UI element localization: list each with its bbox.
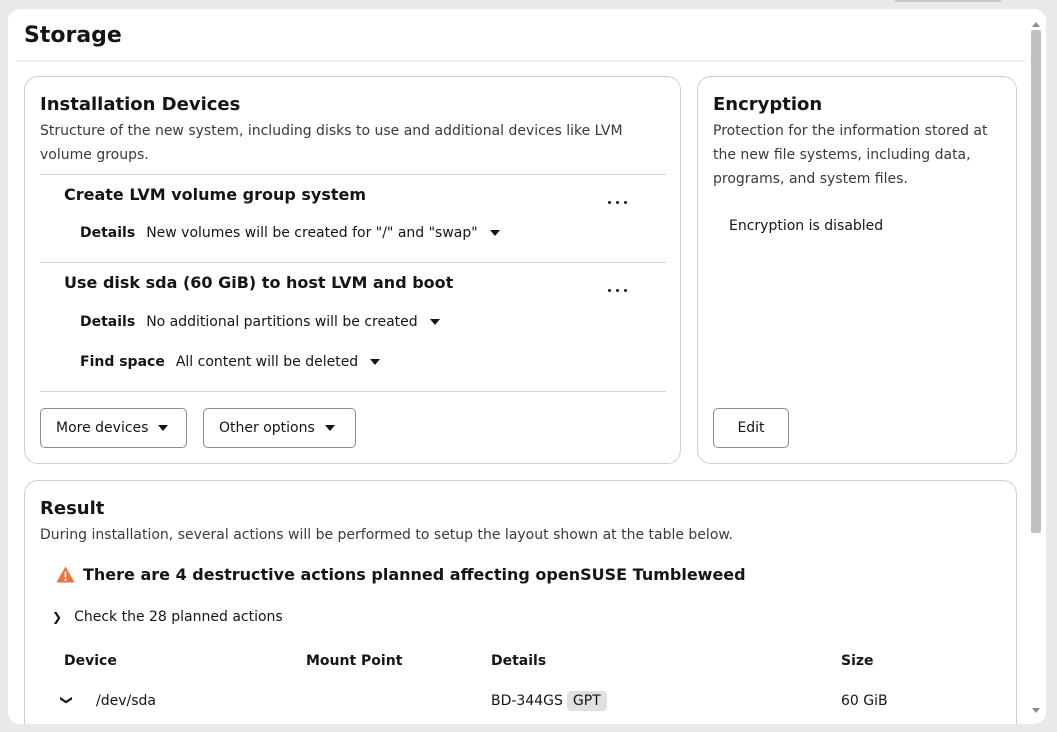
destructive-actions-warning: There are 4 destructive actions planned … xyxy=(56,565,746,584)
encryption-title: Encryption xyxy=(713,94,823,115)
device-details-row-lvm: Details New volumes will be created for … xyxy=(80,225,500,241)
device-title-disk: Use disk sda (60 GiB) to host LVM and bo… xyxy=(64,273,454,292)
scroll-up-arrow-icon[interactable] xyxy=(1032,22,1040,27)
chevron-down-icon: ❯ xyxy=(60,694,75,706)
divider xyxy=(40,391,666,392)
top-toolbar-edge xyxy=(895,0,1001,2)
divider xyxy=(40,174,666,175)
result-title: Result xyxy=(40,498,105,519)
device-actions-menu-disk[interactable] xyxy=(600,278,634,302)
details-value: No additional partitions will be created xyxy=(146,314,418,330)
details-label: Details xyxy=(80,314,136,330)
installation-devices-description: Structure of the new system, including d… xyxy=(40,123,623,163)
warning-text: There are 4 destructive actions planned … xyxy=(83,565,746,584)
caret-down-icon xyxy=(324,425,335,431)
details-value: New volumes will be created for "/" and … xyxy=(146,225,478,241)
other-options-label: Other options xyxy=(219,420,315,436)
warning-icon xyxy=(56,566,75,583)
device-details-row-disk: Details No additional partitions will be… xyxy=(80,314,440,330)
encryption-edit-button[interactable]: Edit xyxy=(713,408,789,448)
column-header-size: Size xyxy=(841,653,874,669)
result-card: Result During installation, several acti… xyxy=(24,480,1017,724)
device-actions-menu-lvm[interactable] xyxy=(600,190,634,214)
find-space-dropdown[interactable]: All content will be deleted xyxy=(175,354,381,370)
edit-label: Edit xyxy=(737,420,765,436)
caret-down-icon xyxy=(429,319,440,325)
more-devices-button[interactable]: More devices xyxy=(40,408,187,448)
column-header-mount-point: Mount Point xyxy=(306,653,403,669)
find-space-value: All content will be deleted xyxy=(175,354,359,370)
details-cell: BD-344GS GPT xyxy=(491,691,607,711)
planned-actions-label: Check the 28 planned actions xyxy=(74,609,283,625)
storage-page: Storage Installation Devices Structure o… xyxy=(8,9,1046,724)
scroll-down-arrow-icon[interactable] xyxy=(1032,708,1040,713)
caret-down-icon xyxy=(158,425,169,431)
partition-table-badge: GPT xyxy=(566,691,607,711)
details-dropdown-lvm[interactable]: New volumes will be created for "/" and … xyxy=(146,225,500,241)
installation-devices-title: Installation Devices xyxy=(40,94,241,115)
other-options-button[interactable]: Other options xyxy=(203,408,356,448)
planned-actions-toggle[interactable]: ❯ Check the 28 planned actions xyxy=(52,609,283,625)
more-devices-label: More devices xyxy=(56,420,149,436)
column-header-details: Details xyxy=(491,653,547,669)
divider xyxy=(40,262,666,263)
scrollbar-thumb[interactable] xyxy=(1031,30,1041,533)
caret-down-icon xyxy=(489,230,500,236)
find-space-row-disk: Find space All content will be deleted xyxy=(80,354,381,370)
encryption-status: Encryption is disabled xyxy=(729,218,884,234)
details-dropdown-disk[interactable]: No additional partitions will be created xyxy=(146,314,440,330)
title-divider xyxy=(16,60,1026,62)
result-description: During installation, several actions wil… xyxy=(40,527,733,543)
encryption-description: Protection for the information stored at… xyxy=(713,123,988,187)
page-title: Storage xyxy=(24,23,122,48)
details-label: Details xyxy=(80,225,136,241)
find-space-label: Find space xyxy=(80,354,165,370)
encryption-card: Encryption Protection for the informatio… xyxy=(697,76,1017,464)
details-text: BD-344GS xyxy=(491,693,563,709)
size-cell: 60 GiB xyxy=(841,693,888,709)
device-title-lvm: Create LVM volume group system xyxy=(64,185,367,204)
device-cell: /dev/sda xyxy=(96,693,156,709)
installation-devices-card: Installation Devices Structure of the ne… xyxy=(24,76,681,464)
chevron-right-icon: ❯ xyxy=(52,610,63,624)
caret-down-icon xyxy=(370,359,381,365)
row-expand-toggle[interactable]: ❯ xyxy=(60,693,75,707)
column-header-device: Device xyxy=(64,653,117,669)
